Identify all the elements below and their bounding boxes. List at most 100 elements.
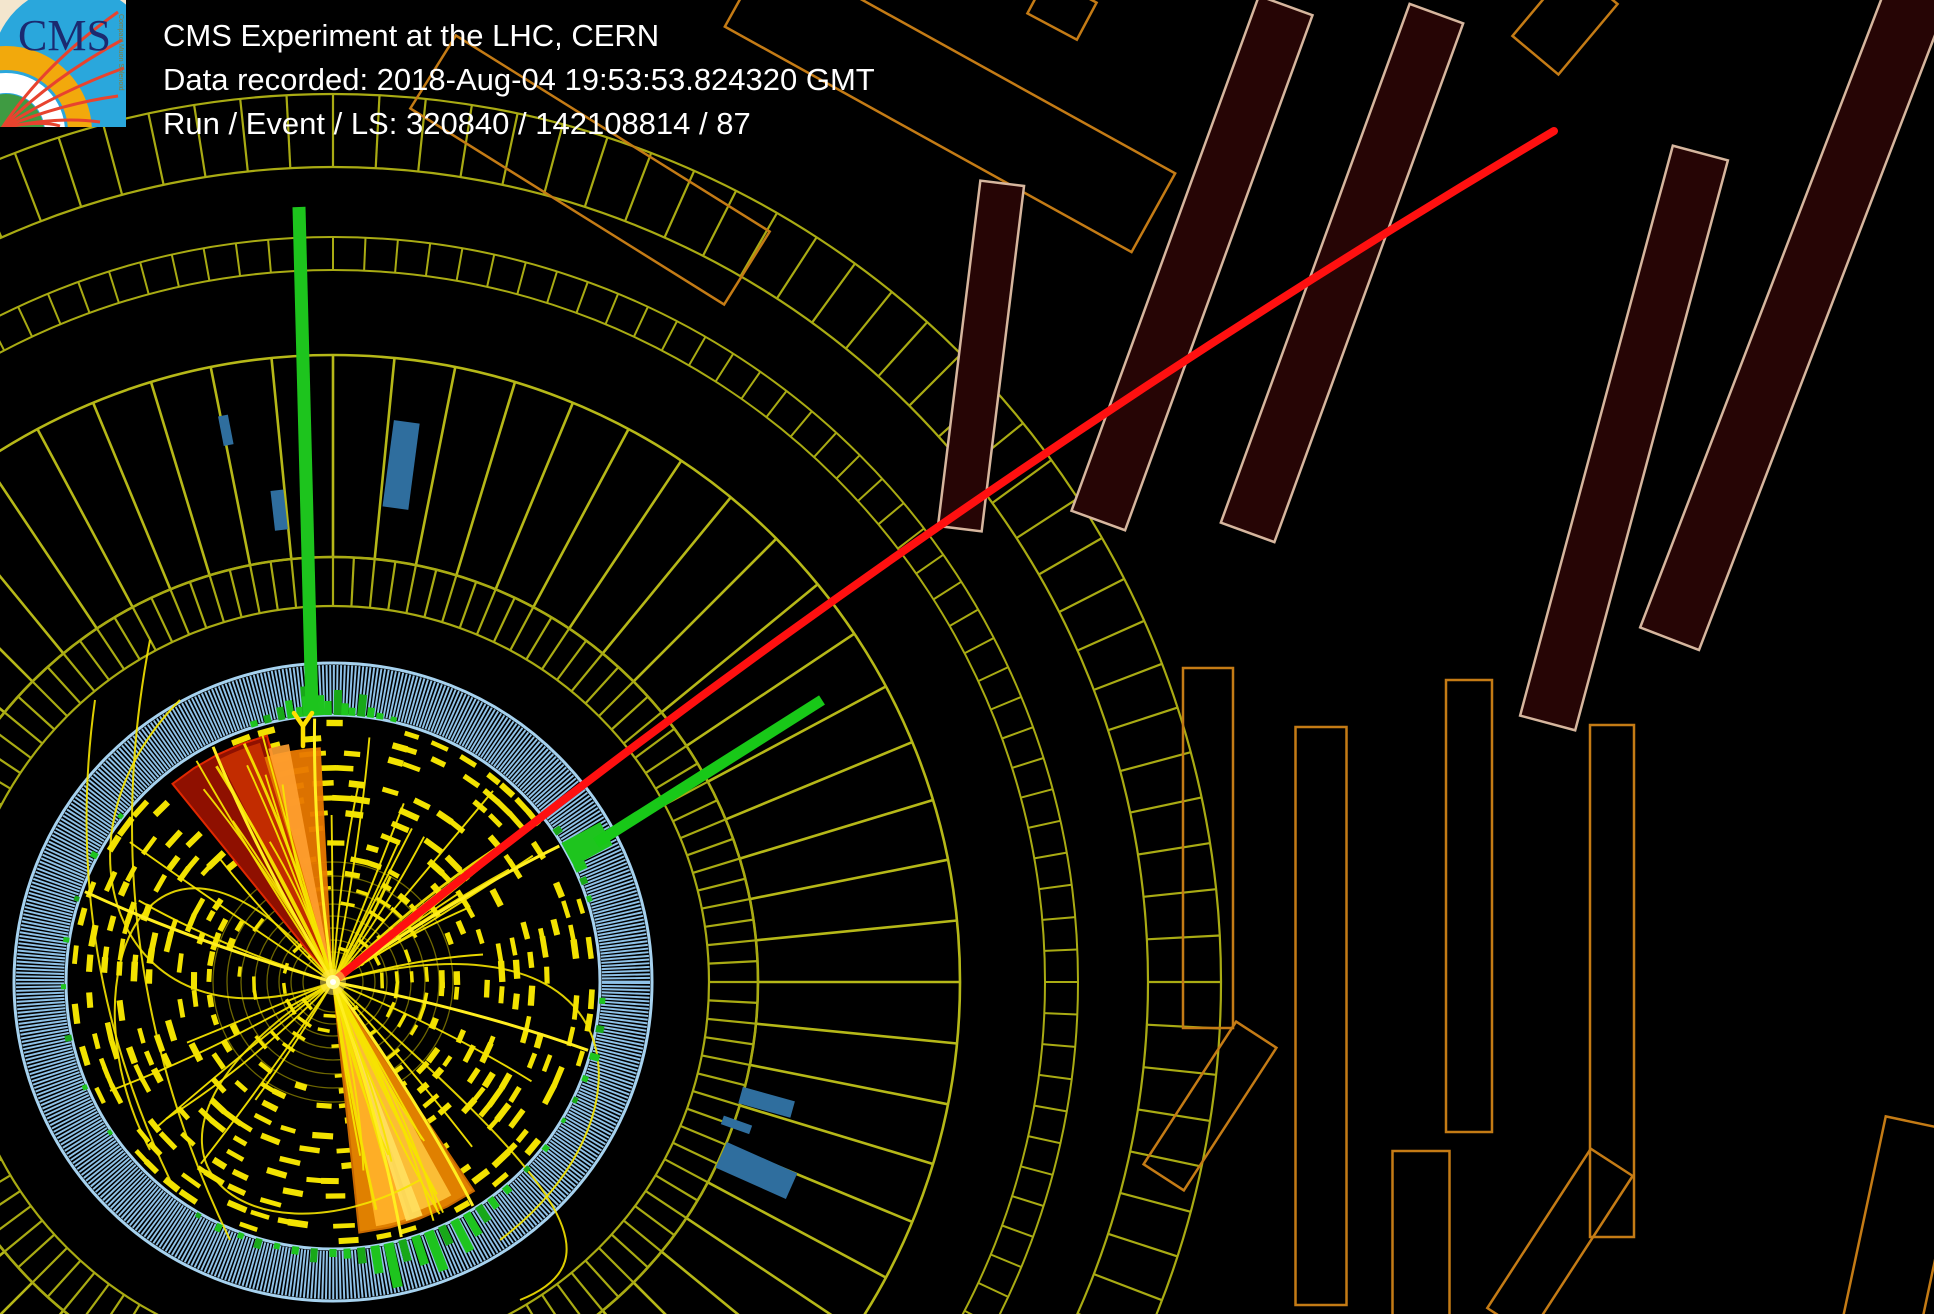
tracker-hit <box>498 1072 513 1090</box>
muon-chamber <box>1025 0 1099 42</box>
outer-ring-2-cell <box>1038 537 1103 576</box>
hcal-deposit <box>715 1142 798 1199</box>
tracker-hit <box>180 1172 202 1189</box>
outer-ring-1-cell <box>1042 916 1076 921</box>
outer-ring-2-cell <box>1119 1191 1191 1213</box>
hcal-inner-cells-cell <box>109 1293 126 1314</box>
outer-ring-2-cell <box>877 321 929 378</box>
outer-ring-1-cell <box>857 477 883 502</box>
tracker-hit <box>423 837 443 855</box>
tracker-hit <box>412 797 431 811</box>
outer-ring-2-cell <box>1137 842 1211 856</box>
muon-chamber <box>1444 678 1494 1134</box>
tracker-hit <box>177 998 186 1018</box>
outer-ring-1-cell <box>877 502 905 526</box>
hcal-inner-cells-cell <box>556 1283 581 1314</box>
outer-ring-2-cell <box>1107 706 1178 732</box>
tracker-hit <box>508 1085 522 1104</box>
tracker-hit <box>287 1218 309 1229</box>
tracker-hit <box>92 1033 101 1050</box>
tracker-hit <box>130 961 139 982</box>
tracker-hit <box>435 809 454 825</box>
outer-ring-2-cell <box>775 236 818 300</box>
muon-chamber <box>1510 0 1620 77</box>
tracker-hit <box>409 971 414 983</box>
tracker-hit <box>71 1003 81 1025</box>
tracker-hit <box>402 761 421 773</box>
hcal-inner-cells-cell <box>623 1219 663 1253</box>
hcal-inner-cells-cell <box>704 1036 754 1046</box>
hcal-inner-cells-cell <box>697 1072 746 1087</box>
hcal-wedges-cell <box>601 1309 608 1314</box>
hcal-inner-cells-cell <box>644 1189 688 1220</box>
ecal-deposit <box>348 707 356 716</box>
tracker-hit <box>303 735 322 743</box>
outer-ring-2-cell <box>13 152 42 222</box>
hcal-inner-cells-cell <box>540 627 571 671</box>
tracker-hit <box>527 985 536 1006</box>
outer-ring-2-cell <box>1129 796 1202 814</box>
met-line <box>593 695 825 848</box>
hcal-inner-cells-cell <box>0 1189 22 1206</box>
outer-ring-1-cell <box>660 320 678 351</box>
outer-ring-1-cell <box>604 293 620 325</box>
tracker-hit <box>280 1124 297 1134</box>
tracker-hit <box>376 1231 392 1240</box>
tracker-hit <box>481 1071 496 1089</box>
hcal-wedges-cell <box>685 1217 833 1314</box>
tracker-hit <box>211 1052 226 1070</box>
outer-ring-1-cell <box>765 390 788 418</box>
tracker-hit <box>466 1067 481 1084</box>
outer-ring-1-cell <box>1011 757 1044 769</box>
outer-ring-1-cell <box>139 262 150 295</box>
ecal-deposit <box>329 1249 337 1257</box>
detector-canvas <box>0 0 1934 1314</box>
tracker-hit <box>512 993 520 1010</box>
tracker-hit <box>391 742 409 753</box>
hcal-inner-cells-cell <box>672 799 718 823</box>
outer-ring-2-cell <box>1093 1273 1163 1302</box>
met-line <box>593 695 825 848</box>
hcal-inner-cells-cell <box>634 1205 676 1237</box>
outer-ring-2-cell <box>1058 577 1125 613</box>
hcal-inner-cells-cell <box>692 857 741 874</box>
tracker-hit <box>260 1132 281 1146</box>
ecal-deposit <box>343 1248 351 1259</box>
hcal-inner-cells-cell <box>644 744 688 775</box>
outer-ring-1-cell <box>202 248 211 281</box>
hcal-inner-cells-cell <box>3 1219 43 1253</box>
outer-ring-2-cell <box>845 291 893 350</box>
tracker-hit <box>487 813 503 828</box>
tracker-hit <box>482 788 501 805</box>
hcal-inner-cells-cell <box>570 652 604 692</box>
tracker-hit <box>544 966 550 984</box>
tracker-hit <box>176 953 184 973</box>
outer-ring-2-cell <box>0 231 3 238</box>
logo-subtext: Compact Muon Solenoid <box>117 14 124 91</box>
hcal-deposit <box>218 414 234 446</box>
hcal-inner-cells-cell <box>150 597 174 643</box>
outer-ring-1-cell <box>234 243 242 277</box>
hcal-wedges-cell <box>568 459 683 630</box>
hcal-wedges-cell <box>0 574 65 655</box>
hcal-wedges-cell <box>601 496 732 655</box>
outer-ring-1-cell <box>632 306 649 338</box>
tracker-hit <box>106 915 117 932</box>
outer-ring-1-cell <box>1001 726 1034 740</box>
outer-ring-1-cell <box>1011 1195 1044 1207</box>
outer-ring-2-cell <box>147 113 165 186</box>
tracker-hit <box>585 936 594 960</box>
tracker-hit <box>444 931 454 946</box>
outer-ring-1-cell <box>170 254 180 288</box>
outer-ring-1-cell <box>714 353 735 383</box>
tracker-hit <box>453 971 461 986</box>
ecal-deposit <box>60 984 67 990</box>
outer-ring-1-cell <box>455 248 464 281</box>
ecal-deposit <box>333 689 343 716</box>
ecal-deposit <box>356 1247 367 1264</box>
tracker-hit <box>489 888 504 908</box>
hcal-wedges-cell <box>494 402 575 590</box>
header-run-event-ls: Run / Event / LS: 320840 / 142108814 / 8… <box>163 106 751 141</box>
outer-ring-1-cell <box>394 239 399 273</box>
hcal-wedges-cell <box>0 1250 6 1257</box>
